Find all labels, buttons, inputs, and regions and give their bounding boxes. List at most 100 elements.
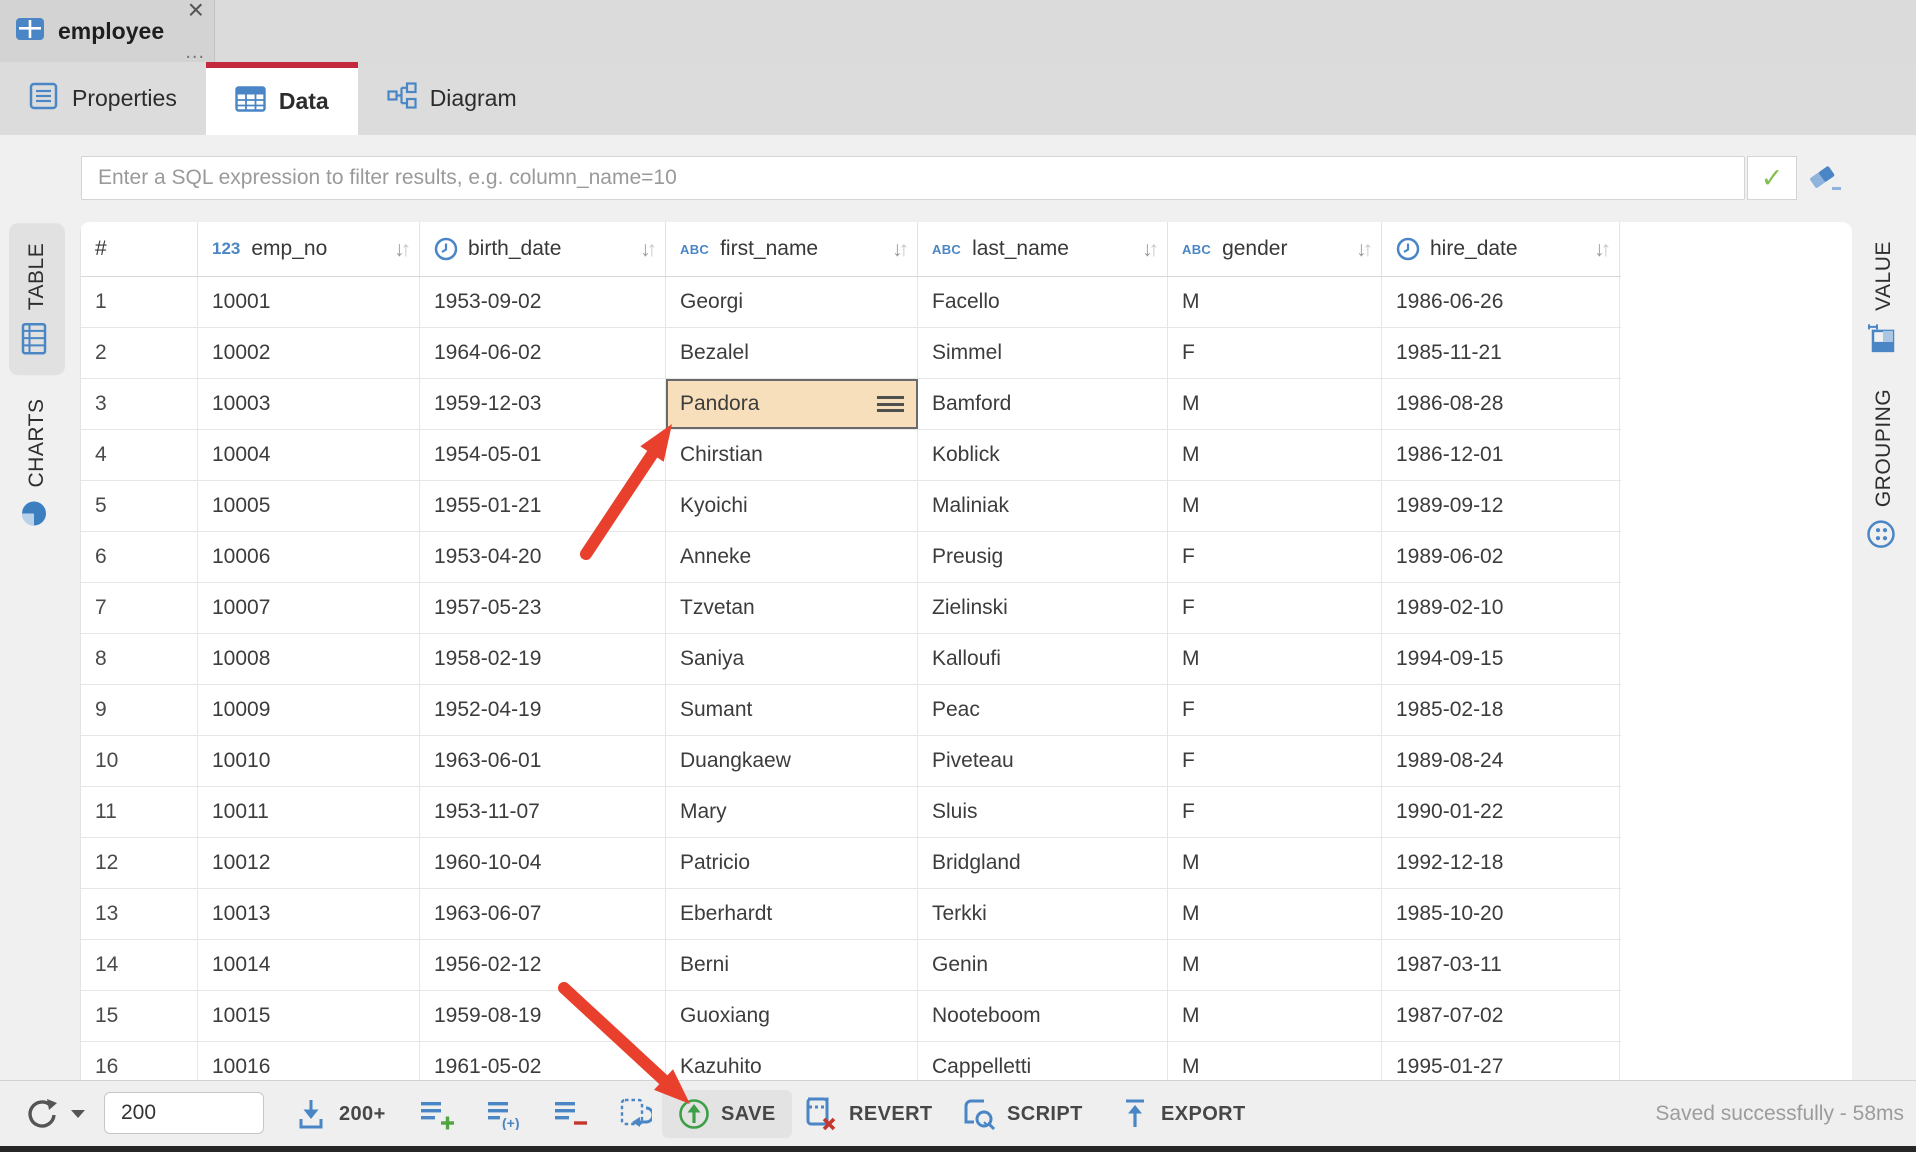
grid-cell[interactable]: 10015 [198, 991, 420, 1041]
row-number-cell[interactable]: 9 [81, 685, 198, 735]
cell-menu-icon[interactable] [877, 396, 904, 412]
grid-cell[interactable]: 10005 [198, 481, 420, 531]
add-row-button[interactable] [420, 1100, 454, 1130]
row-number-cell[interactable]: 14 [81, 940, 198, 990]
grid-cell[interactable]: 1987-07-02 [1382, 991, 1620, 1041]
grid-cell[interactable]: F [1168, 787, 1382, 837]
row-number-cell[interactable]: 1 [81, 277, 198, 327]
grid-cell[interactable]: M [1168, 838, 1382, 888]
rail-tab-charts[interactable]: CHARTS [20, 399, 54, 528]
grid-cell[interactable]: 1985-11-21 [1382, 328, 1620, 378]
grid-cell[interactable]: 10009 [198, 685, 420, 735]
grid-cell[interactable]: 1952-04-19 [420, 685, 666, 735]
grid-cell[interactable]: 1964-06-02 [420, 328, 666, 378]
grid-cell[interactable]: Piveteau [918, 736, 1168, 786]
grid-cell[interactable]: 1957-05-23 [420, 583, 666, 633]
grid-cell[interactable]: 10012 [198, 838, 420, 888]
column-header-gender[interactable]: ABCgender↓↑ [1168, 222, 1382, 276]
tab-properties[interactable]: Properties [0, 62, 206, 135]
grid-cell[interactable]: M [1168, 940, 1382, 990]
grid-cell[interactable]: Patricio [666, 838, 918, 888]
rail-tab-grouping[interactable]: GROUPING [1866, 389, 1902, 549]
grid-cell[interactable]: 1959-08-19 [420, 991, 666, 1041]
sort-icons[interactable]: ↓↑ [1594, 239, 1611, 260]
tab-diagram[interactable]: Diagram [358, 62, 546, 135]
column-header-last_name[interactable]: ABClast_name↓↑ [918, 222, 1168, 276]
grid-cell[interactable]: M [1168, 430, 1382, 480]
grid-cell[interactable]: 1963-06-07 [420, 889, 666, 939]
grid-cell[interactable]: F [1168, 583, 1382, 633]
row-number-cell[interactable]: 10 [81, 736, 198, 786]
row-number-cell[interactable]: 16 [81, 1042, 198, 1080]
sort-icons[interactable]: ↓↑ [1356, 239, 1373, 260]
grid-cell[interactable]: 1963-06-01 [420, 736, 666, 786]
grid-cell[interactable]: 1960-10-04 [420, 838, 666, 888]
grid-cell[interactable]: 10006 [198, 532, 420, 582]
grid-cell[interactable]: M [1168, 481, 1382, 531]
column-header-rownum[interactable]: # [81, 222, 198, 276]
grid-cell[interactable]: Eberhardt [666, 889, 918, 939]
grid-cell[interactable]: Maliniak [918, 481, 1168, 531]
sort-icons[interactable]: ↓↑ [394, 239, 411, 260]
grid-cell[interactable]: Peac [918, 685, 1168, 735]
rail-tab-value[interactable]: VALUE [1866, 241, 1902, 353]
grid-cell[interactable]: Terkki [918, 889, 1168, 939]
grid-cell[interactable]: Mary [666, 787, 918, 837]
grid-cell[interactable]: 1994-09-15 [1382, 634, 1620, 684]
grid-cell[interactable]: 1953-09-02 [420, 277, 666, 327]
grid-cell[interactable]: 10010 [198, 736, 420, 786]
grid-cell[interactable]: Georgi [666, 277, 918, 327]
grid-cell[interactable]: 1953-11-07 [420, 787, 666, 837]
grid-cell[interactable]: F [1168, 736, 1382, 786]
grid-cell[interactable]: F [1168, 532, 1382, 582]
grid-cell[interactable]: 10014 [198, 940, 420, 990]
grid-cell[interactable]: M [1168, 277, 1382, 327]
grid-cell[interactable]: F [1168, 328, 1382, 378]
grid-cell[interactable]: 10001 [198, 277, 420, 327]
column-header-birth_date[interactable]: birth_date↓↑ [420, 222, 666, 276]
grid-cell[interactable]: 10013 [198, 889, 420, 939]
grid-cell[interactable]: 1953-04-20 [420, 532, 666, 582]
grid-cell[interactable]: Saniya [666, 634, 918, 684]
rail-tab-table[interactable]: TABLE [9, 223, 65, 375]
grid-cell[interactable]: 1959-12-03 [420, 379, 666, 429]
grid-cell[interactable]: 1989-02-10 [1382, 583, 1620, 633]
row-number-cell[interactable]: 13 [81, 889, 198, 939]
apply-filter-button[interactable]: ✓ [1747, 156, 1797, 200]
selected-cell[interactable]: Pandora [666, 379, 918, 429]
grid-cell[interactable]: 1954-05-01 [420, 430, 666, 480]
grid-cell[interactable]: Duangkaew [666, 736, 918, 786]
column-header-hire_date[interactable]: hire_date↓↑ [1382, 222, 1620, 276]
grid-cell[interactable]: 10011 [198, 787, 420, 837]
row-number-cell[interactable]: 5 [81, 481, 198, 531]
grid-cell[interactable]: Zielinski [918, 583, 1168, 633]
row-number-cell[interactable]: 15 [81, 991, 198, 1041]
row-number-cell[interactable]: 2 [81, 328, 198, 378]
grid-cell[interactable]: Anneke [666, 532, 918, 582]
grid-cell[interactable]: 1986-06-26 [1382, 277, 1620, 327]
sql-filter-input[interactable] [81, 156, 1745, 200]
grid-cell[interactable]: 10008 [198, 634, 420, 684]
grid-cell[interactable]: 1986-12-01 [1382, 430, 1620, 480]
grid-cell[interactable]: Koblick [918, 430, 1168, 480]
grid-cell[interactable]: 1986-08-28 [1382, 379, 1620, 429]
column-header-first_name[interactable]: ABCfirst_name↓↑ [666, 222, 918, 276]
revert-button[interactable]: REVERT [804, 1096, 933, 1132]
row-number-cell[interactable]: 4 [81, 430, 198, 480]
grid-cell[interactable]: 1985-10-20 [1382, 889, 1620, 939]
grid-cell[interactable]: 1989-08-24 [1382, 736, 1620, 786]
fetch-more-button[interactable]: 200+ [294, 1097, 386, 1131]
grid-cell[interactable]: Facello [918, 277, 1168, 327]
grid-cell[interactable]: 1995-01-27 [1382, 1042, 1620, 1080]
grid-cell[interactable]: Preusig [918, 532, 1168, 582]
grid-cell[interactable]: 1955-01-21 [420, 481, 666, 531]
tab-data[interactable]: Data [206, 62, 358, 135]
grid-cell[interactable]: M [1168, 991, 1382, 1041]
grid-cell[interactable]: Guoxiang [666, 991, 918, 1041]
grid-cell[interactable]: 1992-12-18 [1382, 838, 1620, 888]
save-button[interactable]: SAVE [662, 1090, 792, 1138]
grid-cell[interactable]: Tzvetan [666, 583, 918, 633]
duplicate-row-button[interactable]: (+) [487, 1100, 523, 1130]
close-icon[interactable]: × [188, 0, 204, 24]
grid-cell[interactable]: M [1168, 379, 1382, 429]
